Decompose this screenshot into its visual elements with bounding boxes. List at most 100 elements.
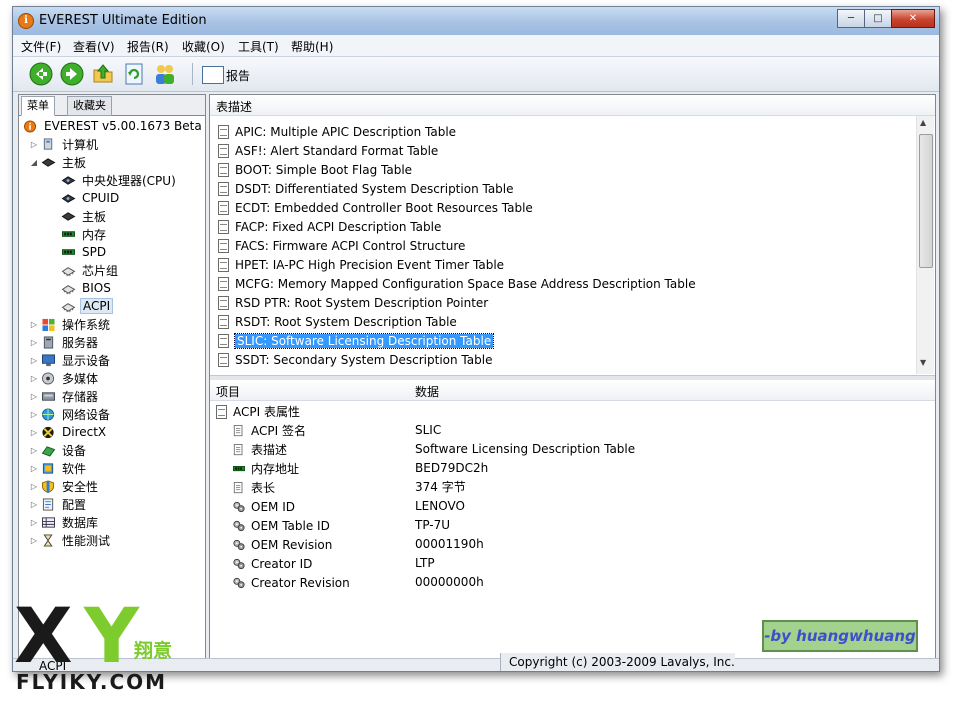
property-row[interactable]: 表描述 xyxy=(232,440,287,459)
users-icon[interactable] xyxy=(153,62,177,86)
table-list-scrollbar[interactable]: ▲ ▼ xyxy=(916,116,934,374)
tree-item[interactable]: BIOS xyxy=(49,279,113,297)
tree-item[interactable]: 内存 xyxy=(49,225,108,243)
tree-item[interactable]: ▷ DirectX xyxy=(29,423,108,441)
acpi-table-row[interactable]: MCFG: Memory Mapped Configuration Space … xyxy=(218,274,696,293)
table-description-column[interactable]: 表描述 xyxy=(216,98,252,115)
property-row[interactable]: OEM Revision xyxy=(232,535,332,554)
property-group: ACPI 表属性 xyxy=(216,402,300,421)
acpi-table-row[interactable]: SSDT: Secondary System Description Table xyxy=(218,350,492,369)
acpi-table-row[interactable]: BOOT: Simple Boot Flag Table xyxy=(218,160,412,179)
report-button-label[interactable]: 报告 xyxy=(226,67,250,84)
tree-item[interactable]: EVEREST v5.00.1673 Beta xyxy=(21,117,204,135)
menu-favorites[interactable]: 收藏(O) xyxy=(182,38,225,55)
expand-arrow-icon[interactable]: ▷ xyxy=(29,410,39,419)
expand-arrow-icon[interactable]: ▷ xyxy=(29,536,39,545)
flyiky-watermark: X Y 翔意 FLYIKY.COM xyxy=(14,598,194,698)
expand-arrow-icon[interactable]: ▷ xyxy=(29,446,39,455)
tree-item[interactable]: ▷ 安全性 xyxy=(29,477,100,495)
maximize-button[interactable]: □ xyxy=(864,9,892,28)
menu-view[interactable]: 查看(V) xyxy=(73,38,115,55)
expand-arrow-icon[interactable]: ▷ xyxy=(29,320,39,329)
doc-icon xyxy=(218,314,229,329)
acpi-table-label: ASF!: Alert Standard Format Table xyxy=(235,143,439,158)
property-row[interactable]: OEM Table ID xyxy=(232,516,330,535)
expand-arrow-icon[interactable]: ▷ xyxy=(29,518,39,527)
property-name: 内存地址 xyxy=(251,462,300,476)
expand-arrow-icon[interactable]: ▷ xyxy=(29,356,39,365)
acpi-table-row[interactable]: RSD PTR: Root System Description Pointer xyxy=(218,293,488,312)
item-column-header[interactable]: 项目 xyxy=(216,383,240,400)
tree-item[interactable]: ▷ 服务器 xyxy=(29,333,100,351)
menu-tools[interactable]: 工具(T) xyxy=(238,38,279,55)
tree-item[interactable]: ▷ 操作系统 xyxy=(29,315,112,333)
scroll-up-icon[interactable]: ▲ xyxy=(920,118,926,127)
acpi-table-row[interactable]: DSDT: Differentiated System Description … xyxy=(218,179,514,198)
expand-arrow-icon[interactable]: ▷ xyxy=(29,338,39,347)
acpi-table-row[interactable]: ASF!: Alert Standard Format Table xyxy=(218,141,438,160)
tree-item[interactable]: ▷ 多媒体 xyxy=(29,369,100,387)
expand-arrow-icon[interactable]: ▷ xyxy=(29,464,39,473)
tree-item[interactable]: ACPI xyxy=(49,297,114,315)
expand-arrow-icon[interactable]: ▷ xyxy=(29,392,39,401)
tree-item[interactable]: ▷ 计算机 xyxy=(29,135,100,153)
doc-icon xyxy=(218,333,229,348)
menu-report[interactable]: 报告(R) xyxy=(127,38,169,55)
value-column-header[interactable]: 数据 xyxy=(415,383,439,400)
acpi-table-row[interactable]: RSDT: Root System Description Table xyxy=(218,312,457,331)
menu-file[interactable]: 文件(F) xyxy=(21,38,61,55)
acpi-table-row[interactable]: FACS: Firmware ACPI Control Structure xyxy=(218,236,465,255)
tree-item[interactable]: ▷ 性能测试 xyxy=(29,531,112,549)
tree-item[interactable]: 中央处理器(CPU) xyxy=(49,171,178,189)
gear-icon xyxy=(233,520,245,531)
tree-item[interactable]: CPUID xyxy=(49,189,121,207)
tree-item[interactable]: ▷ 配置 xyxy=(29,495,88,513)
expand-arrow-icon[interactable]: ▷ xyxy=(29,482,39,491)
property-row[interactable]: Creator Revision xyxy=(232,573,350,592)
back-arrow-icon[interactable] xyxy=(29,62,53,86)
tree-item[interactable]: ▷ 设备 xyxy=(29,441,88,459)
scroll-thumb[interactable] xyxy=(919,134,933,268)
tree-item[interactable]: ▷ 数据库 xyxy=(29,513,100,531)
acpi-table-row[interactable]: FACP: Fixed ACPI Description Table xyxy=(218,217,441,236)
menu-help[interactable]: 帮助(H) xyxy=(291,38,333,55)
forward-arrow-icon[interactable] xyxy=(60,62,84,86)
tree-item[interactable]: ◢ 主板 xyxy=(29,153,88,171)
software-icon xyxy=(42,462,54,474)
tree-item-label: EVEREST v5.00.1673 Beta xyxy=(44,119,202,133)
acpi-table-label: MCFG: Memory Mapped Configuration Space … xyxy=(235,276,696,291)
tree-item[interactable]: ▷ 网络设备 xyxy=(29,405,112,423)
tree-item-label: SPD xyxy=(82,245,107,259)
tab-menu[interactable]: 菜单 xyxy=(21,96,55,116)
acpi-table-row[interactable]: ECDT: Embedded Controller Boot Resources… xyxy=(218,198,533,217)
property-row[interactable]: ACPI 签名 xyxy=(232,421,306,440)
property-row[interactable]: Creator ID xyxy=(232,554,312,573)
refresh-icon[interactable] xyxy=(122,62,146,86)
doc-icon xyxy=(218,162,229,177)
minimize-button[interactable]: ─ xyxy=(837,9,865,28)
title-bar[interactable]: i EVEREST Ultimate Edition ─ □ ✕ xyxy=(13,7,939,35)
scroll-down-icon[interactable]: ▼ xyxy=(920,358,926,367)
property-row[interactable]: 表长 xyxy=(232,478,275,497)
tree-item[interactable]: ▷ 存储器 xyxy=(29,387,100,405)
property-row[interactable]: OEM ID xyxy=(232,497,295,516)
close-button[interactable]: ✕ xyxy=(891,9,935,28)
acpi-table-row[interactable]: APIC: Multiple APIC Description Table xyxy=(218,122,456,141)
expand-arrow-icon[interactable]: ▷ xyxy=(29,140,39,149)
tree-item[interactable]: SPD xyxy=(49,243,108,261)
tree-item[interactable]: ▷ 显示设备 xyxy=(29,351,112,369)
tree-item[interactable]: 芯片组 xyxy=(49,261,120,279)
expand-arrow-icon[interactable]: ▷ xyxy=(29,374,39,383)
expand-arrow-icon[interactable]: ▷ xyxy=(29,428,39,437)
collapse-arrow-icon[interactable]: ◢ xyxy=(29,158,39,167)
acpi-table-row[interactable]: SLIC: Software Licensing Description Tab… xyxy=(218,331,495,350)
table-list-header[interactable]: 表描述 xyxy=(210,95,935,116)
expand-arrow-icon[interactable]: ▷ xyxy=(29,500,39,509)
tree-item[interactable]: 主板 xyxy=(49,207,108,225)
property-row[interactable]: 内存地址 xyxy=(232,459,299,478)
report-icon[interactable] xyxy=(202,66,224,84)
acpi-table-row[interactable]: HPET: IA-PC High Precision Event Timer T… xyxy=(218,255,504,274)
tab-favorites[interactable]: 收藏夹 xyxy=(67,96,112,116)
up-folder-icon[interactable] xyxy=(91,62,115,86)
tree-item[interactable]: ▷ 软件 xyxy=(29,459,88,477)
